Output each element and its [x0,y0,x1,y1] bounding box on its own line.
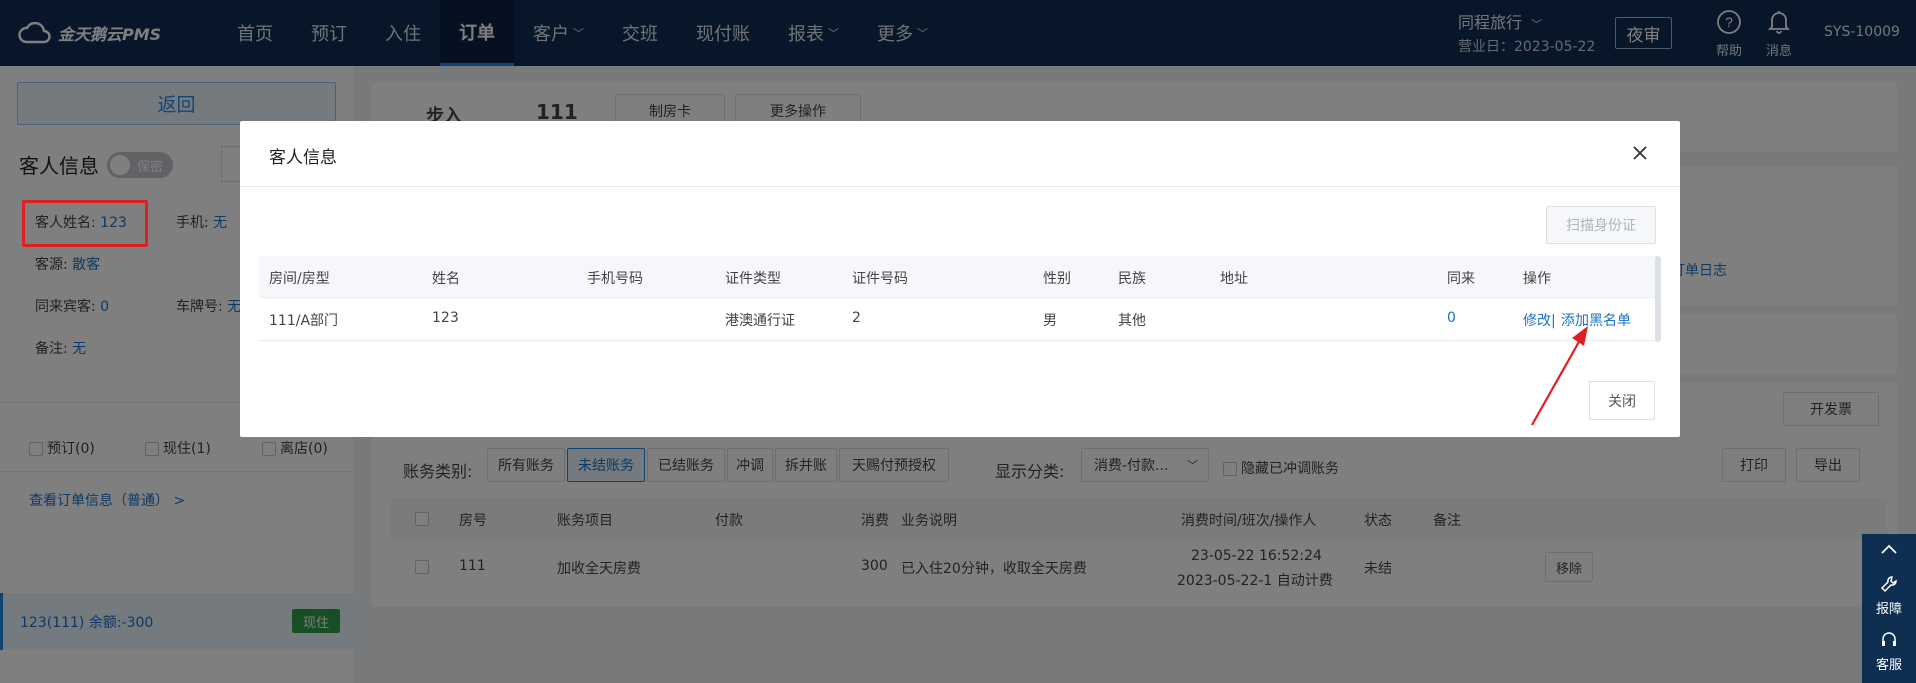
col-id-no: 证件号码 [852,271,908,287]
modal-header: 客人信息 [240,121,1680,187]
side-service-bar: 报障 客服 [1862,534,1916,683]
scroll-top-icon[interactable] [1862,542,1916,560]
customer-service-label: 客服 [1875,658,1902,673]
col-actions: 操作 [1523,271,1551,287]
table-row: 111/A部门 123 港澳通行证 2 男 其他 0 修改| 添加黑名单 [259,298,1659,341]
report-issue-label: 报障 [1875,602,1902,617]
cell-id-type: 港澳通行证 [725,313,795,329]
cell-name: 123 [432,310,459,326]
col-address: 地址 [1220,271,1248,287]
guest-table-header: 房间/房型 姓名 手机号码 证件类型 证件号码 性别 民族 地址 同来 操作 [259,256,1659,298]
col-room-type: 房间/房型 [269,271,330,287]
cell-ethnicity: 其他 [1118,313,1146,329]
table-scrollbar[interactable] [1655,256,1661,342]
col-ethnicity: 民族 [1118,271,1146,287]
guest-info-modal: 客人信息 扫描身份证 房间/房型 姓名 手机号码 证件类型 证件号码 性别 民族… [240,121,1680,437]
scan-id-button[interactable]: 扫描身份证 [1546,206,1656,244]
close-icon[interactable] [1626,139,1654,167]
col-id-type: 证件类型 [725,271,781,287]
cell-companions-link[interactable]: 0 [1447,310,1456,326]
guest-table: 房间/房型 姓名 手机号码 证件类型 证件号码 性别 民族 地址 同来 操作 1… [259,256,1659,342]
add-blacklist-link[interactable]: 添加黑名单 [1561,310,1631,330]
headset-icon [1862,630,1916,654]
report-issue-button[interactable]: 报障 [1862,574,1916,617]
col-companions: 同来 [1447,271,1475,287]
cell-gender: 男 [1043,313,1057,329]
customer-service-button[interactable]: 客服 [1862,630,1916,673]
annotation-highlight-box [22,200,148,247]
cell-room-type: 111/A部门 [269,313,339,329]
edit-link[interactable]: 修改| [1523,310,1556,330]
col-phone: 手机号码 [587,271,643,287]
col-name: 姓名 [432,271,460,287]
modal-title: 客人信息 [269,148,337,168]
col-gender: 性别 [1043,271,1071,287]
wrench-icon [1862,574,1916,598]
cell-id-no: 2 [852,310,861,326]
close-button[interactable]: 关闭 [1589,381,1655,420]
